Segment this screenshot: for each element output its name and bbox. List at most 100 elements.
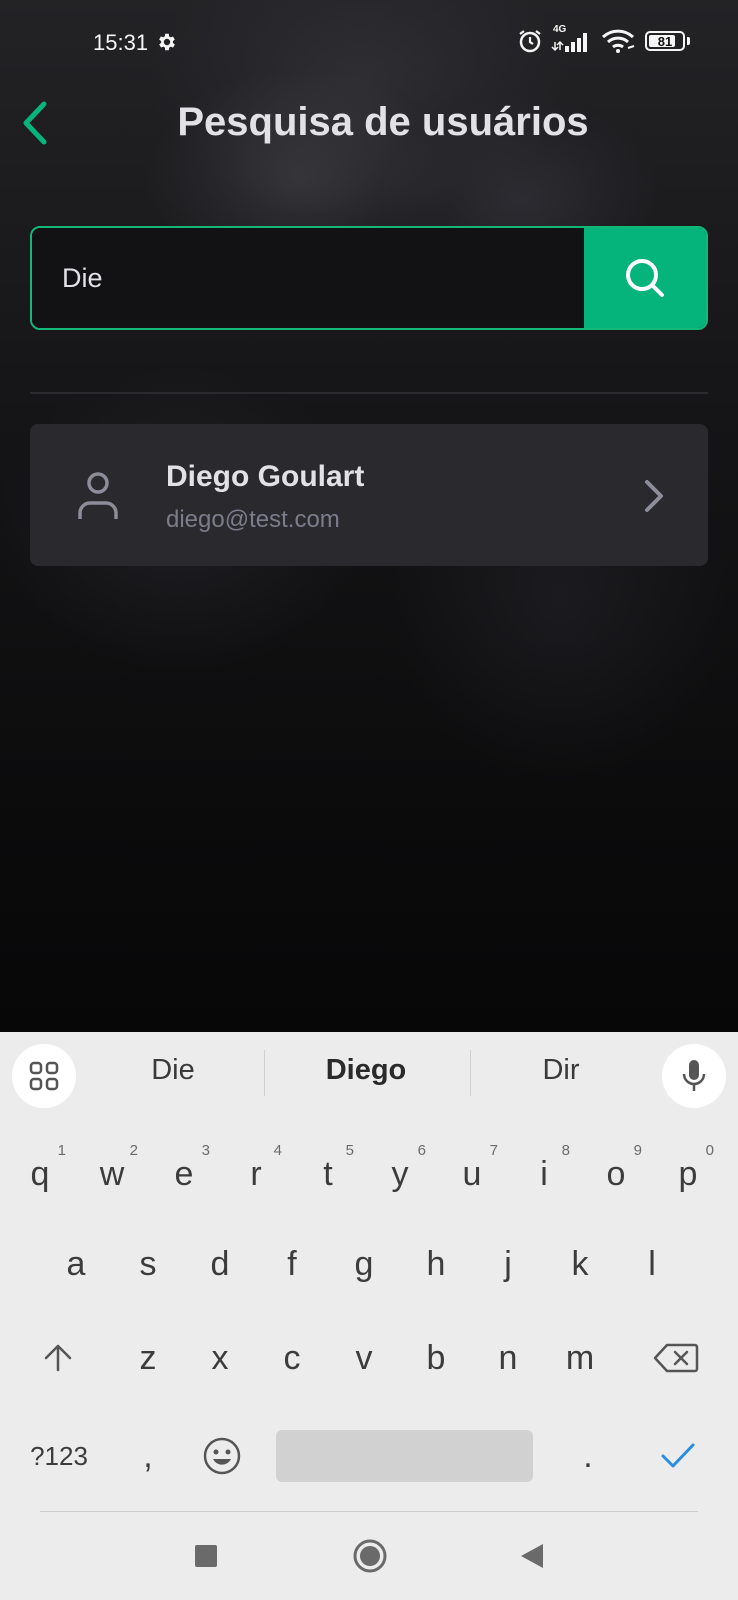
key-a[interactable]: a (42, 1224, 110, 1304)
app-screen: 15:31 4G 81 Pesquisa de usuários Die Die… (0, 0, 738, 1032)
key-h[interactable]: h (402, 1224, 470, 1304)
key-d[interactable]: d (186, 1224, 254, 1304)
key-m[interactable]: m (546, 1318, 614, 1398)
key-label: r (250, 1154, 262, 1193)
key-u[interactable]: u7 (438, 1134, 506, 1214)
system-nav-bar (0, 1512, 738, 1600)
key-label: o (606, 1154, 626, 1193)
alarm-icon (519, 30, 541, 53)
soft-keyboard: Die Diego Dir q1 w2 e3 r4 t5 y6 u7 i8 o9… (0, 1032, 738, 1600)
battery-tip (687, 37, 690, 45)
wifi-icon (601, 29, 635, 53)
key-hint: 0 (705, 1142, 714, 1159)
key-label: i (540, 1154, 548, 1193)
suggestion-divider (470, 1050, 471, 1096)
key-hint: 4 (273, 1142, 282, 1159)
key-n[interactable]: n (474, 1318, 542, 1398)
key-hint: 9 (633, 1142, 642, 1159)
key-e[interactable]: e3 (150, 1134, 218, 1214)
chevron-right-icon (645, 480, 663, 512)
signal-icon (551, 33, 587, 52)
key-label: w (99, 1154, 125, 1193)
battery-icon: 81 (645, 31, 685, 51)
key-j[interactable]: j (474, 1224, 542, 1304)
user-icon (78, 472, 118, 519)
backspace-key[interactable] (642, 1318, 710, 1398)
search-icon (626, 259, 664, 297)
key-z[interactable]: z (114, 1318, 182, 1398)
microphone-icon (682, 1060, 706, 1091)
key-o[interactable]: o9 (582, 1134, 650, 1214)
triangle-back-icon (521, 1544, 543, 1568)
key-label: y (391, 1154, 409, 1193)
search-input[interactable] (32, 228, 584, 328)
user-result-card[interactable]: Diego Goulart diego@test.com (30, 424, 708, 566)
key-k[interactable]: k (546, 1224, 614, 1304)
backspace-icon (653, 1343, 699, 1373)
key-t[interactable]: t5 (294, 1134, 362, 1214)
back-nav-button[interactable] (512, 1536, 552, 1576)
key-s[interactable]: s (114, 1224, 182, 1304)
key-b[interactable]: b (402, 1318, 470, 1398)
suggestion-bar: Die Diego Dir (0, 1032, 738, 1114)
key-r[interactable]: r4 (222, 1134, 290, 1214)
suggestion-3[interactable]: Dir (486, 1054, 636, 1087)
square-icon (195, 1545, 217, 1567)
suggestion-divider (264, 1050, 265, 1096)
key-f[interactable]: f (258, 1224, 326, 1304)
key-v[interactable]: v (330, 1318, 398, 1398)
home-circle-icon (353, 1539, 387, 1573)
key-q[interactable]: q1 (6, 1134, 74, 1214)
key-l[interactable]: l (618, 1224, 686, 1304)
battery-level: 81 (657, 33, 673, 49)
status-bar: 15:31 4G 81 (0, 0, 738, 80)
key-label: p (678, 1154, 698, 1193)
status-time: 15:31 (93, 30, 149, 55)
key-c[interactable]: c (258, 1318, 326, 1398)
key-label: q (30, 1154, 50, 1193)
emoji-icon (203, 1437, 241, 1475)
space-key[interactable] (276, 1430, 533, 1482)
recent-apps-button[interactable] (186, 1536, 226, 1576)
key-label: u (462, 1154, 482, 1193)
emoji-key[interactable] (188, 1416, 256, 1496)
key-i[interactable]: i8 (510, 1134, 578, 1214)
key-hint: 2 (129, 1142, 138, 1159)
key-label: e (174, 1154, 194, 1193)
key-hint: 3 (201, 1142, 210, 1159)
key-hint: 6 (417, 1142, 426, 1159)
key-x[interactable]: x (186, 1318, 254, 1398)
search-bar (30, 226, 708, 330)
key-hint: 7 (489, 1142, 498, 1159)
header: Pesquisa de usuários (0, 90, 738, 160)
key-w[interactable]: w2 (78, 1134, 146, 1214)
user-name: Diego Goulart (166, 460, 365, 493)
enter-key[interactable] (644, 1416, 712, 1496)
status-icons: 4G 81 (517, 24, 690, 54)
key-g[interactable]: g (330, 1224, 398, 1304)
signal-group: 4G (551, 24, 593, 54)
key-label: t (323, 1154, 333, 1193)
page-title: Pesquisa de usuários (177, 100, 589, 144)
key-hint: 8 (561, 1142, 570, 1159)
period-key[interactable]: . (554, 1416, 622, 1496)
user-email: diego@test.com (166, 506, 340, 533)
keyboard-menu-button[interactable] (12, 1044, 76, 1108)
home-button[interactable] (348, 1534, 392, 1578)
symbols-key[interactable]: ?123 (24, 1416, 94, 1496)
suggestion-2[interactable]: Diego (291, 1054, 441, 1087)
voice-input-button[interactable] (662, 1044, 726, 1108)
grid-icon (29, 1061, 59, 1091)
search-button[interactable] (584, 228, 706, 328)
gear-icon (159, 33, 175, 51)
suggestion-1[interactable]: Die (98, 1054, 248, 1087)
checkmark-icon (661, 1443, 695, 1468)
shift-icon (44, 1344, 72, 1372)
key-p[interactable]: p0 (654, 1134, 722, 1214)
divider (30, 392, 708, 394)
shift-key[interactable] (24, 1318, 92, 1398)
comma-key[interactable]: , (114, 1416, 182, 1496)
key-y[interactable]: y6 (366, 1134, 434, 1214)
key-hint: 1 (57, 1142, 66, 1159)
key-hint: 5 (345, 1142, 354, 1159)
